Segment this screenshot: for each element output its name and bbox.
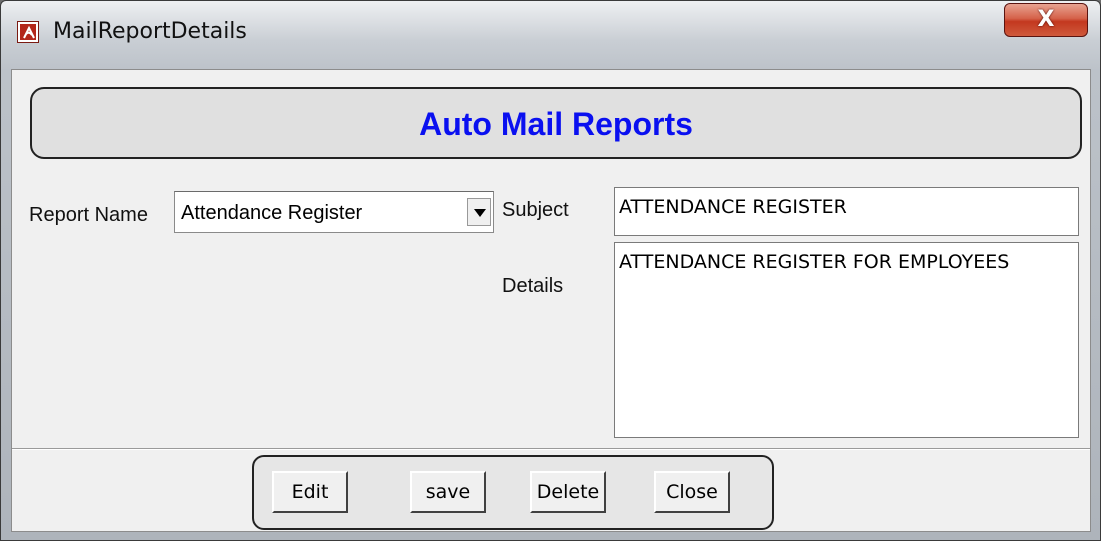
title-bar[interactable]: MailReportDetails X — [1, 1, 1100, 69]
details-value: ATTENDANCE REGISTER FOR EMPLOYEES — [619, 251, 1010, 273]
page-title: Auto Mail Reports — [419, 106, 693, 142]
window-close-button[interactable]: X — [1004, 3, 1088, 37]
save-button[interactable]: save — [410, 471, 486, 513]
app-icon[interactable] — [17, 21, 39, 43]
details-textarea[interactable]: ATTENDANCE REGISTER FOR EMPLOYEES — [614, 242, 1079, 438]
close-icon: X — [1037, 7, 1055, 32]
subject-label: Subject — [502, 199, 569, 221]
window: MailReportDetails X Auto Mail Reports Re… — [0, 0, 1101, 541]
report-name-label: Report Name — [29, 204, 148, 226]
client-area: Auto Mail Reports Report Name Attendance… — [11, 69, 1091, 532]
button-panel: Edit save Delete Close — [252, 455, 774, 530]
dropdown-button[interactable] — [467, 198, 491, 226]
divider — [12, 448, 1090, 450]
details-label: Details — [502, 275, 564, 297]
window-title: MailReportDetails — [53, 19, 247, 44]
delete-button[interactable]: Delete — [530, 471, 606, 513]
chevron-down-icon — [474, 209, 486, 217]
edit-button[interactable]: Edit — [272, 471, 348, 513]
close-button[interactable]: Close — [654, 471, 730, 513]
header-panel: Auto Mail Reports — [30, 87, 1082, 159]
subject-value: ATTENDANCE REGISTER — [619, 196, 847, 218]
report-name-select[interactable]: Attendance Register — [174, 191, 494, 233]
subject-field[interactable]: ATTENDANCE REGISTER — [614, 187, 1079, 236]
report-name-value: Attendance Register — [181, 202, 363, 224]
